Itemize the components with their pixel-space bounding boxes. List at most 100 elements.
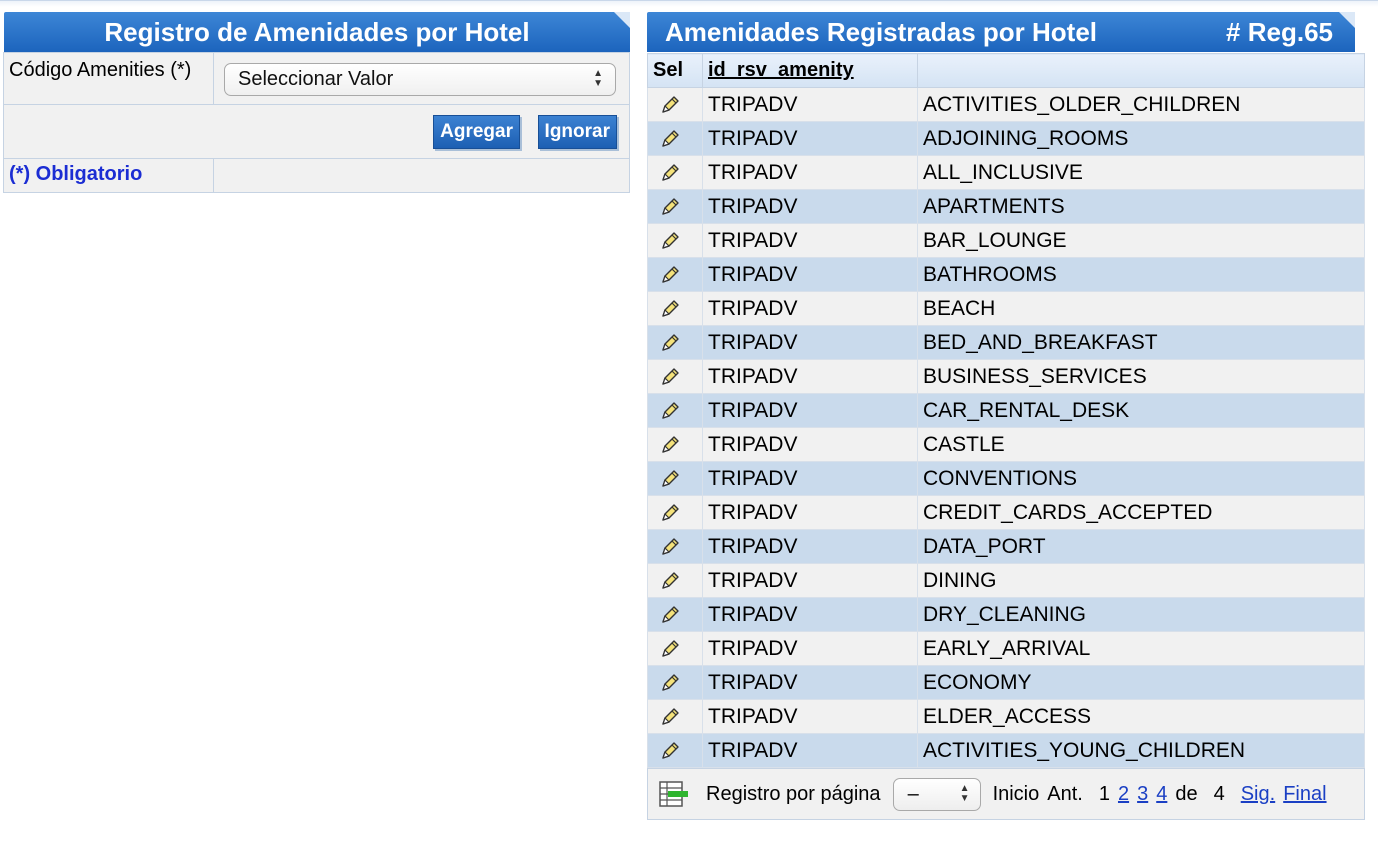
per-page-value: – [907, 782, 919, 805]
column-header-id[interactable]: id_rsv_amenity [702, 53, 918, 88]
table-row[interactable]: TRIPADV CREDIT_CARDS_ACCEPTED [647, 495, 1365, 530]
table-row[interactable]: TRIPADV ADJOINING_ROOMS [647, 121, 1365, 156]
list-panel-title: Amenidades Registradas por Hotel [665, 16, 1097, 47]
pager-last-link[interactable]: Final [1283, 783, 1326, 806]
hotel-code-cell: TRIPADV [702, 699, 918, 734]
select-cell[interactable] [647, 665, 703, 700]
select-cell[interactable] [647, 87, 703, 122]
amenity-code-cell: ACTIVITIES_OLDER_CHILDREN [917, 87, 1365, 122]
pencil-edit-icon[interactable] [659, 400, 681, 422]
form-actions: Agregar Ignorar [3, 104, 630, 159]
pencil-edit-icon[interactable] [659, 332, 681, 354]
select-cell[interactable] [647, 393, 703, 428]
grid-settings-icon[interactable] [656, 777, 690, 811]
select-cell[interactable] [647, 733, 703, 768]
pencil-edit-icon[interactable] [659, 298, 681, 320]
hotel-code-cell: TRIPADV [702, 223, 918, 258]
pager-next-link[interactable]: Sig. [1241, 783, 1275, 806]
pager: Registro por página – ▲ ▼ Inicio Ant. 1 2… [647, 768, 1365, 820]
select-cell[interactable] [647, 189, 703, 224]
top-strip [0, 0, 1378, 7]
pencil-edit-icon[interactable] [659, 162, 681, 184]
select-cell[interactable] [647, 325, 703, 360]
header-corner-decoration [614, 12, 630, 28]
select-cell[interactable] [647, 699, 703, 734]
hotel-code-cell: TRIPADV [702, 359, 918, 394]
table-row[interactable]: TRIPADV CASTLE [647, 427, 1365, 462]
pencil-edit-icon[interactable] [659, 434, 681, 456]
pencil-edit-icon[interactable] [659, 94, 681, 116]
table-row[interactable]: TRIPADV CAR_RENTAL_DESK [647, 393, 1365, 428]
table-row[interactable]: TRIPADV BED_AND_BREAKFAST [647, 325, 1365, 360]
table-row[interactable]: TRIPADV BAR_LOUNGE [647, 223, 1365, 258]
table-row[interactable]: TRIPADV BATHROOMS [647, 257, 1365, 292]
pencil-edit-icon[interactable] [659, 264, 681, 286]
table-row[interactable]: TRIPADV ELDER_ACCESS [647, 699, 1365, 734]
pencil-edit-icon[interactable] [659, 638, 681, 660]
amenity-code-cell: APARTMENTS [917, 189, 1365, 224]
column-header-sel: Sel [647, 53, 703, 88]
table-row[interactable]: TRIPADV ACTIVITIES_YOUNG_CHILDREN [647, 733, 1365, 768]
select-cell[interactable] [647, 291, 703, 326]
select-cell[interactable] [647, 597, 703, 632]
table-row[interactable]: TRIPADV CONVENTIONS [647, 461, 1365, 496]
per-page-select[interactable]: – ▲ ▼ [892, 777, 981, 811]
table-row[interactable]: TRIPADV BEACH [647, 291, 1365, 326]
select-cell[interactable] [647, 427, 703, 462]
pencil-edit-icon[interactable] [659, 502, 681, 524]
table-row[interactable]: TRIPADV APARTMENTS [647, 189, 1365, 224]
pencil-edit-icon[interactable] [659, 604, 681, 626]
table-row[interactable]: TRIPADV ALL_INCLUSIVE [647, 155, 1365, 190]
required-note: (*) Obligatorio [9, 163, 143, 185]
pencil-edit-icon[interactable] [659, 128, 681, 150]
page-link-2[interactable]: 2 [1118, 783, 1129, 806]
page-link-4[interactable]: 4 [1156, 783, 1167, 806]
table-row[interactable]: TRIPADV DATA_PORT [647, 529, 1365, 564]
amenity-code-cell: BED_AND_BREAKFAST [917, 325, 1365, 360]
ignore-button[interactable]: Ignorar [537, 115, 617, 149]
select-cell[interactable] [647, 495, 703, 530]
select-cell[interactable] [647, 257, 703, 292]
pencil-edit-icon[interactable] [659, 536, 681, 558]
select-cell[interactable] [647, 529, 703, 564]
amenity-code-cell: ADJOINING_ROOMS [917, 121, 1365, 156]
pencil-edit-icon[interactable] [659, 230, 681, 252]
select-cell[interactable] [647, 631, 703, 666]
select-cell[interactable] [647, 359, 703, 394]
table-row[interactable]: TRIPADV DRY_CLEANING [647, 597, 1365, 632]
select-cell[interactable] [647, 155, 703, 190]
form-panel-title: Registro de Amenidades por Hotel [104, 16, 530, 47]
select-cell[interactable] [647, 121, 703, 156]
page-link-3[interactable]: 3 [1137, 783, 1148, 806]
pencil-edit-icon[interactable] [659, 672, 681, 694]
amenity-code-cell: CREDIT_CARDS_ACCEPTED [917, 495, 1365, 530]
select-cell[interactable] [647, 223, 703, 258]
amenity-form: Código Amenities (*) Seleccionar Valor ▲… [3, 52, 630, 193]
table-row[interactable]: TRIPADV BUSINESS_SERVICES [647, 359, 1365, 394]
pencil-edit-icon[interactable] [659, 196, 681, 218]
pencil-edit-icon[interactable] [659, 366, 681, 388]
hotel-code-cell: TRIPADV [702, 155, 918, 190]
table-row[interactable]: TRIPADV ACTIVITIES_OLDER_CHILDREN [647, 87, 1365, 122]
select-cell[interactable] [647, 461, 703, 496]
hotel-code-cell: TRIPADV [702, 189, 918, 224]
amenity-code-cell: BUSINESS_SERVICES [917, 359, 1365, 394]
hotel-code-cell: TRIPADV [702, 665, 918, 700]
header-corner-decoration [1339, 12, 1355, 28]
table-row[interactable]: TRIPADV DINING [647, 563, 1365, 598]
pencil-edit-icon[interactable] [659, 468, 681, 490]
amenity-code-cell: BEACH [917, 291, 1365, 326]
amenity-code-cell: ALL_INCLUSIVE [917, 155, 1365, 190]
pager-of-label: de [1175, 782, 1198, 805]
amenity-code-cell: BAR_LOUNGE [917, 223, 1365, 258]
amenity-code-select[interactable]: Seleccionar Valor ▲ ▼ [224, 63, 616, 96]
select-cell[interactable] [647, 563, 703, 598]
table-row[interactable]: TRIPADV ECONOMY [647, 665, 1365, 700]
amenity-code-cell: ELDER_ACCESS [917, 699, 1365, 734]
pencil-edit-icon[interactable] [659, 706, 681, 728]
table-row[interactable]: TRIPADV EARLY_ARRIVAL [647, 631, 1365, 666]
field-value-cell: Seleccionar Valor ▲ ▼ [213, 52, 630, 105]
pencil-edit-icon[interactable] [659, 740, 681, 762]
add-button[interactable]: Agregar [433, 115, 520, 149]
pencil-edit-icon[interactable] [659, 570, 681, 592]
